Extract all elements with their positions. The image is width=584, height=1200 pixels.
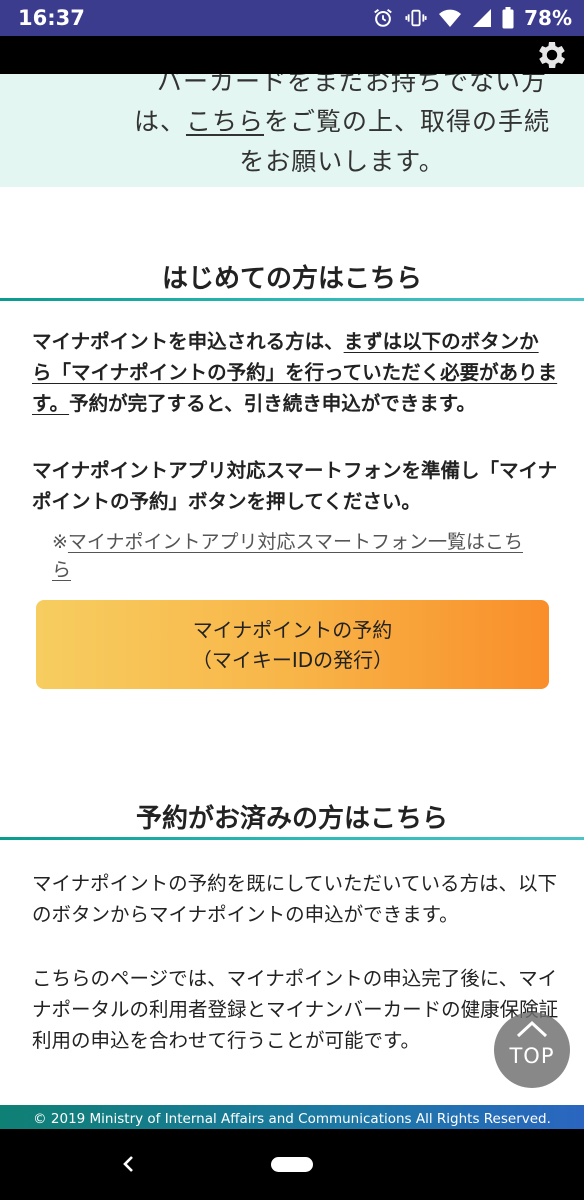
first-intro-text: マイナポイントを申込される方は、まずは以下のボタンから「マイナポイントの予約」を…	[32, 326, 558, 419]
second-intro-text: マイナポイントの予約を既にしていただいている方は、以下のボタンからマイナポイント…	[32, 872, 557, 926]
vibrate-icon	[405, 9, 427, 27]
chevron-up-icon	[516, 1020, 548, 1038]
footer: © 2019 Ministry of Internal Affairs and …	[0, 1105, 584, 1129]
alarm-icon	[374, 8, 392, 27]
info-text: をご覧の上、取得の手続	[264, 107, 551, 136]
status-bar: 16:37 78%	[0, 0, 584, 36]
info-line: は、こちらをご覧の上、取得の手続	[0, 102, 584, 138]
back-icon[interactable]	[118, 1153, 140, 1175]
supported-phones-note: ※マイナポイントアプリ対応スマートフォン一覧はこちら	[52, 528, 532, 584]
system-nav-bar	[0, 1129, 584, 1200]
signal-icon	[473, 9, 492, 27]
supported-phones-link[interactable]: マイナポイントアプリ対応スマートフォン一覧はこちら	[52, 531, 523, 581]
reserve-button[interactable]: マイナポイントの予約 （マイキーIDの発行）	[36, 600, 549, 689]
intro-tail: 予約が完了すると、引き続き申込ができます。	[69, 392, 476, 415]
battery-icon	[502, 7, 514, 29]
info-line: バーカードをまだお持ちでない方	[156, 74, 547, 96]
status-time: 16:37	[18, 6, 85, 30]
status-icons: 78%	[372, 6, 572, 30]
app-bar	[0, 36, 584, 74]
wifi-icon	[439, 9, 462, 27]
section-heading-second: 予約がお済みの方はこちら	[135, 804, 448, 834]
second-detail-text: こちらのページでは、マイナポイントの申込完了後に、マイナポータルの利用者登録とマ…	[32, 967, 559, 1052]
scroll-top-button[interactable]: TOP	[494, 1012, 570, 1088]
reserve-button-label: マイナポイントの予約	[192, 618, 393, 642]
battery-percent: 78%	[524, 6, 572, 30]
section-divider	[0, 298, 584, 301]
home-pill[interactable]	[271, 1157, 313, 1172]
info-line: をお願いします。	[239, 147, 445, 176]
scroll-top-label: TOP	[509, 1044, 555, 1068]
section-heading-first: はじめての方はこちら	[161, 264, 422, 294]
note-mark: ※	[52, 531, 68, 553]
section-divider	[0, 837, 584, 840]
info-here-link[interactable]: こちら	[186, 107, 264, 136]
reserve-button-sublabel: （マイキーIDの発行）	[191, 648, 394, 672]
intro-lead: マイナポイントを申込される方は、	[32, 330, 344, 353]
info-box: バーカードをまだお持ちでない方 は、こちらをご覧の上、取得の手続 をお願いします…	[0, 74, 584, 187]
info-text: は、	[133, 107, 186, 136]
first-instruction-text: マイナポイントアプリ対応スマートフォンを準備し「マイナポイントの予約」ボタンを押…	[32, 459, 558, 513]
gear-icon[interactable]	[534, 37, 570, 73]
